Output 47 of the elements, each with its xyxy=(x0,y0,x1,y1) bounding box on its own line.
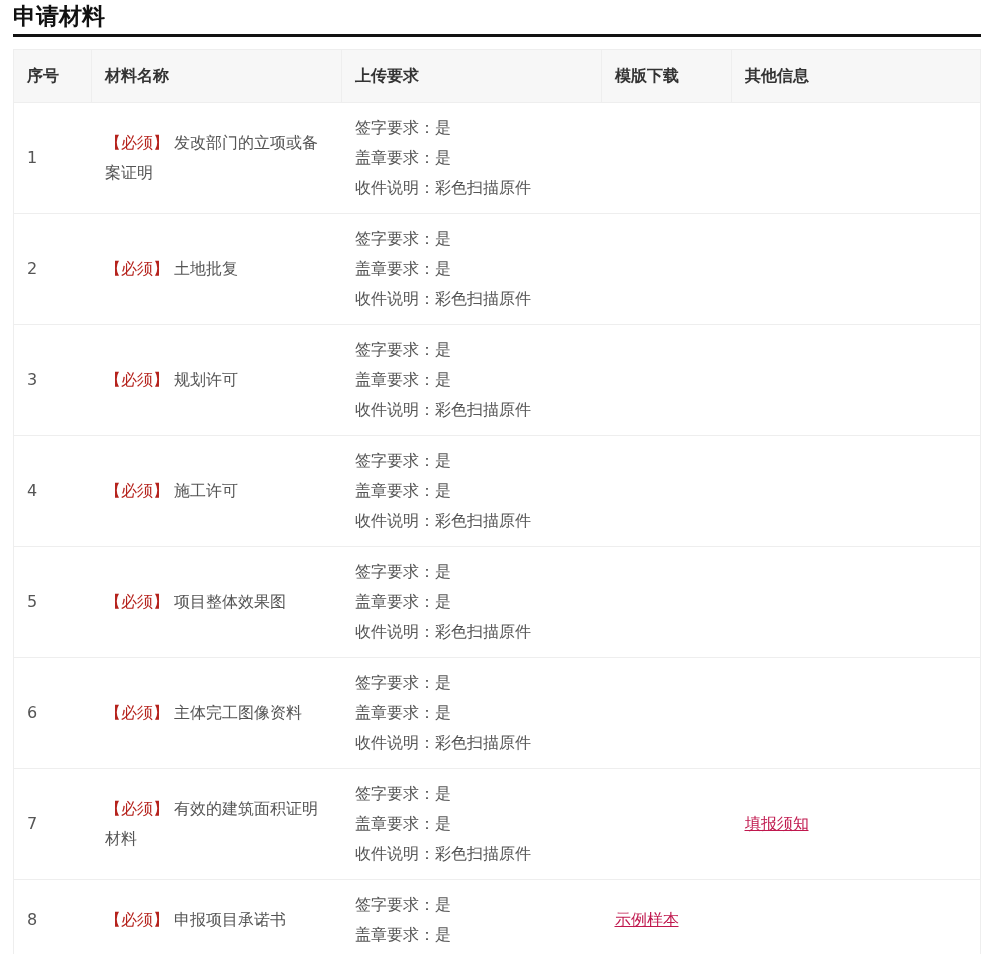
material-name: 【必须】 主体完工图像资料 xyxy=(104,703,302,723)
row-number: 3 xyxy=(13,324,92,436)
material-name: 【必须】 申报项目承诺书 xyxy=(104,910,286,930)
column-header: 模版下载 xyxy=(601,49,732,103)
column-header: 序号 xyxy=(13,49,92,103)
requirement-text: 签字要求：是 xyxy=(354,339,452,362)
row-number: 1 xyxy=(13,102,92,214)
column-header: 材料名称 xyxy=(91,49,342,103)
row-number: 8 xyxy=(13,879,92,954)
requirement-text: 盖章要求：是 xyxy=(354,147,452,170)
requirement-text: 收件说明：彩色扫描原件 xyxy=(354,288,532,311)
requirement-text: 收件说明：彩色扫描原件 xyxy=(354,510,532,533)
material-name: 【必须】 项目整体效果图 xyxy=(104,592,286,612)
column-header: 其他信息 xyxy=(731,49,981,103)
requirement-text: 收件说明：彩色扫描原件 xyxy=(354,177,532,200)
row-number: 4 xyxy=(13,435,92,547)
info-link[interactable]: 填报须知 xyxy=(744,814,809,834)
material-name: 【必须】 发改部门的立项或备案证明 xyxy=(104,133,318,183)
requirement-text: 签字要求：是 xyxy=(354,783,452,806)
material-name: 【必须】 有效的建筑面积证明材料 xyxy=(104,799,318,849)
requirement-text: 签字要求：是 xyxy=(354,561,452,584)
row-number: 5 xyxy=(13,546,92,658)
row-number: 2 xyxy=(13,213,92,325)
requirement-text: 盖章要求：是 xyxy=(354,258,452,281)
requirement-text: 盖章要求：是 xyxy=(354,924,452,947)
requirement-text: 收件说明：彩色扫描原件 xyxy=(354,732,532,755)
requirement-text: 签字要求：是 xyxy=(354,117,452,140)
requirement-text: 收件说明：彩色扫描原件 xyxy=(354,621,532,644)
column-header: 上传要求 xyxy=(341,49,602,103)
requirement-text: 盖章要求：是 xyxy=(354,813,452,836)
requirement-text: 签字要求：是 xyxy=(354,228,452,251)
requirement-text: 签字要求：是 xyxy=(354,672,452,695)
material-name: 【必须】 土地批复 xyxy=(104,259,238,279)
material-name: 【必须】 规划许可 xyxy=(104,370,238,390)
requirement-text: 盖章要求：是 xyxy=(354,702,452,725)
requirement-text: 收件说明：彩色扫描原件 xyxy=(354,399,532,422)
row-number: 7 xyxy=(13,768,92,880)
row-number: 6 xyxy=(13,657,92,769)
section-title: 申请材料 xyxy=(13,0,981,38)
requirement-text: 签字要求：是 xyxy=(354,450,452,473)
requirement-text: 盖章要求：是 xyxy=(354,369,452,392)
requirement-text: 盖章要求：是 xyxy=(354,480,452,503)
template-link[interactable]: 示例样本 xyxy=(614,910,679,930)
requirement-text: 收件说明：彩色扫描原件 xyxy=(354,843,532,866)
requirement-text: 盖章要求：是 xyxy=(354,591,452,614)
material-name: 【必须】 施工许可 xyxy=(104,481,238,501)
requirement-text: 签字要求：是 xyxy=(354,894,452,917)
